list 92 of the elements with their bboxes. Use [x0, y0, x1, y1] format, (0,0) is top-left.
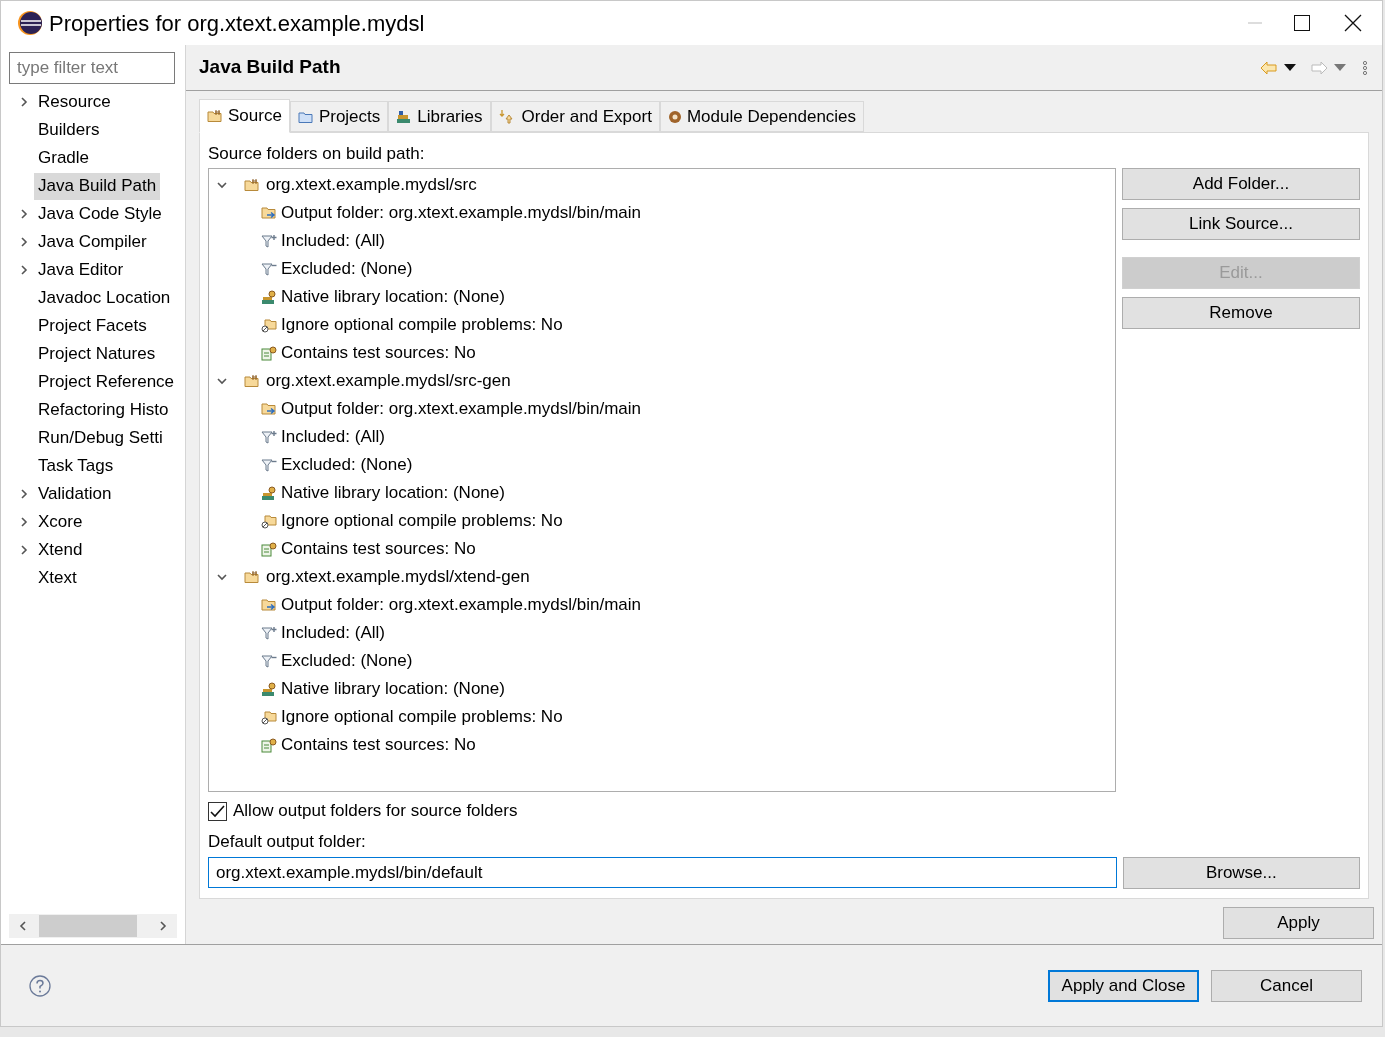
sidebar-item[interactable]: Run/Debug Setti: [34, 424, 167, 452]
output-folder-field[interactable]: org.xtext.example.mydsl/bin/default: [208, 857, 1117, 888]
tree-item[interactable]: Output folder: org.xtext.example.mydsl/bin/main: [281, 396, 641, 422]
sidebar-item[interactable]: Project Facets: [34, 312, 151, 340]
tree-item[interactable]: Output folder: org.xtext.example.mydsl/bin/main: [281, 592, 641, 618]
sidebar-item[interactable]: Refactoring Histo: [34, 396, 173, 424]
dialog-button[interactable]: Cancel: [1211, 969, 1362, 1002]
help-icon[interactable]: [29, 974, 51, 997]
filter-field[interactable]: type filter text: [9, 52, 175, 84]
module-icon: [667, 109, 682, 124]
more-options-icon[interactable]: [1362, 60, 1368, 75]
checkbox[interactable]: [208, 801, 227, 821]
sidebar-item[interactable]: Task Tags: [34, 452, 118, 480]
tree-item[interactable]: Excluded: (None): [281, 648, 413, 674]
filter-minus-icon: [261, 457, 277, 473]
sidebar-item[interactable]: Validation: [34, 480, 116, 508]
page-title: Java Build Path: [199, 55, 341, 80]
package-folder-icon: [244, 570, 260, 584]
test-source-icon: [261, 737, 277, 753]
test-source-icon: [261, 541, 277, 557]
tree-item[interactable]: Excluded: (None): [281, 256, 413, 282]
sidebar-item[interactable]: Xtext: [34, 564, 81, 592]
checkbox-label: Allow output folders for source folders: [233, 800, 518, 823]
tree-item[interactable]: Contains test sources: No: [281, 732, 476, 758]
sidebar-item[interactable]: Java Build Path: [34, 172, 161, 200]
sidebar-item[interactable]: Project Natures: [34, 340, 160, 368]
library-gear-icon: [261, 289, 277, 305]
sidebar-item[interactable]: Java Code Style: [34, 200, 166, 228]
tree-item[interactable]: Native library location: (None): [281, 676, 505, 702]
section-label: Source folders on build path:: [208, 143, 426, 165]
tree-item[interactable]: Contains test sources: No: [281, 340, 476, 366]
package-warning-icon: [261, 317, 277, 333]
sidebar-item[interactable]: Gradle: [34, 144, 94, 172]
library-gear-icon: [261, 485, 277, 501]
package-warning-icon: [261, 513, 277, 529]
library-gear-icon: [261, 681, 277, 697]
scrollbar-thumb[interactable]: [39, 915, 137, 937]
side-button[interactable]: Remove: [1122, 297, 1360, 329]
side-button[interactable]: Link Source...: [1122, 208, 1360, 240]
tab[interactable]: Libraries: [388, 101, 491, 132]
tab[interactable]: Order and Export: [490, 101, 660, 132]
output-folder-icon: [261, 206, 277, 220]
package-warning-icon: [261, 709, 277, 725]
tree-item[interactable]: org.xtext.example.mydsl/src-gen: [266, 368, 511, 394]
tree-item[interactable]: Included: (All): [281, 228, 385, 254]
package-folder-icon: [244, 178, 260, 192]
output-folder-icon: [261, 598, 277, 612]
field-label: Default output folder:: [208, 831, 367, 853]
dropdown-caret-icon[interactable]: [1284, 63, 1296, 72]
tree-item[interactable]: Included: (All): [281, 620, 385, 646]
dialog-button[interactable]: Apply and Close: [1048, 969, 1199, 1002]
test-source-icon: [261, 345, 277, 361]
sidebar-item[interactable]: Xcore: [34, 508, 87, 536]
tree-item[interactable]: org.xtext.example.mydsl/src: [266, 172, 477, 198]
package-folder-icon: [244, 374, 260, 388]
scroll-left-icon[interactable]: [17, 920, 29, 932]
filter-minus-icon: [261, 261, 277, 277]
window-title: Properties for org.xtext.example.mydsl: [49, 9, 425, 38]
sidebar-item[interactable]: Java Editor: [34, 256, 128, 284]
tree-item[interactable]: Ignore optional compile problems: No: [281, 312, 563, 338]
tree-item[interactable]: Ignore optional compile problems: No: [281, 508, 563, 534]
app-logo-icon: [17, 10, 43, 36]
sidebar-item[interactable]: Java Compiler: [34, 228, 151, 256]
tab[interactable]: Module Dependencies: [659, 101, 865, 132]
tab[interactable]: Projects: [289, 101, 389, 132]
tab[interactable]: Source: [199, 99, 290, 133]
filter-minus-icon: [261, 653, 277, 669]
filter-plus-icon: [261, 429, 277, 445]
sidebar-item[interactable]: Project Reference: [34, 368, 179, 396]
output-folder-icon: [261, 402, 277, 416]
side-button[interactable]: Add Folder...: [1122, 168, 1360, 200]
tree-item[interactable]: Native library location: (None): [281, 480, 505, 506]
books-icon: [396, 109, 413, 124]
scroll-right-icon[interactable]: [157, 920, 169, 932]
tree-item[interactable]: Output folder: org.xtext.example.mydsl/bin/main: [281, 200, 641, 226]
tree-item[interactable]: Native library location: (None): [281, 284, 505, 310]
tree-item[interactable]: Excluded: (None): [281, 452, 413, 478]
sidebar-item[interactable]: Resource: [34, 88, 115, 116]
tree-item[interactable]: Included: (All): [281, 424, 385, 450]
package-folder-icon: [207, 109, 223, 123]
browse-button[interactable]: Browse...: [1122, 857, 1360, 889]
sidebar-item[interactable]: Xtend: [34, 536, 87, 564]
tree-item[interactable]: Ignore optional compile problems: No: [281, 704, 563, 730]
filter-plus-icon: [261, 625, 277, 641]
sidebar-item[interactable]: Builders: [34, 116, 104, 144]
apply-button[interactable]: Apply: [1223, 907, 1374, 939]
checkmark-icon: [210, 804, 225, 818]
tree-item[interactable]: org.xtext.example.mydsl/xtend-gen: [266, 564, 530, 590]
filter-plus-icon: [261, 233, 277, 249]
tree-item[interactable]: Contains test sources: No: [281, 536, 476, 562]
folder-icon: [297, 109, 314, 124]
sidebar-item[interactable]: Javadoc Location: [34, 284, 175, 312]
